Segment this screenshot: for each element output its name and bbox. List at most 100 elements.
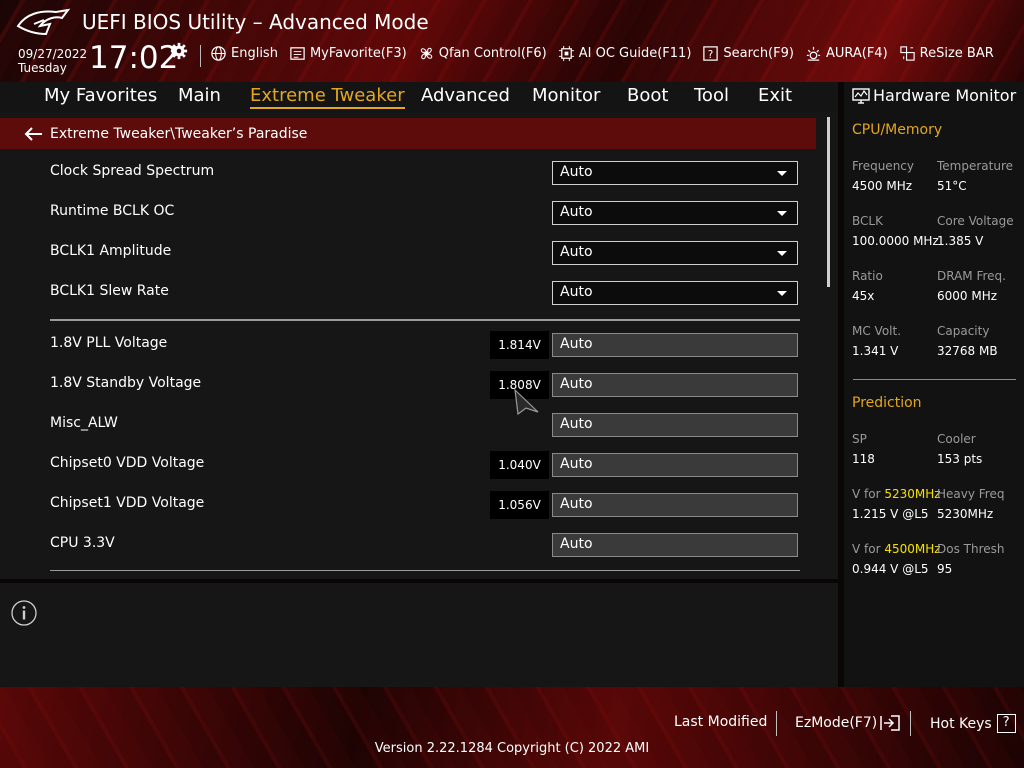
hw-value: 100.0000 MHz [852, 234, 939, 248]
hw-label: Core Voltage [937, 214, 1014, 228]
qfan-control-label: Qfan Control(F6) [438, 46, 547, 61]
exit-to-ezmode-icon [880, 715, 900, 731]
search-button[interactable]: ? Search(F9) [702, 45, 794, 62]
bclk1-amplitude-select[interactable]: Auto [552, 241, 798, 265]
app-title: UEFI BIOS Utility – Advanced Mode [82, 10, 429, 34]
voltage-reading: 1.056V [490, 491, 549, 519]
cpu-memory-heading: CPU/Memory [852, 122, 943, 138]
hw-label: Capacity [937, 324, 990, 338]
hardware-monitor-panel: Hardware Monitor CPU/Memory Frequency 45… [844, 82, 1024, 687]
hw-value: 51°C [937, 179, 967, 193]
hw-value: 45x [852, 289, 875, 303]
gear-icon[interactable] [170, 42, 188, 60]
settings-scrollbar[interactable] [827, 117, 830, 287]
select-value: Auto [560, 284, 593, 300]
globe-icon [211, 46, 226, 61]
misc-alw-field[interactable]: Auto [552, 413, 798, 437]
tab-monitor[interactable]: Monitor [532, 85, 600, 106]
hw-value: 4500 MHz [852, 179, 913, 193]
header-bar: UEFI BIOS Utility – Advanced Mode 09/27/… [0, 0, 1024, 82]
bclk1-slew-rate-select[interactable]: Auto [552, 281, 798, 305]
runtime-bclk-oc-select[interactable]: Auto [552, 201, 798, 225]
hw-value: 1.215 V @L5 [852, 507, 929, 521]
hw-label: V for 4500MHz [852, 542, 941, 556]
mouse-cursor-icon [514, 388, 539, 416]
hw-value: 95 [937, 562, 953, 576]
help-info-panel [0, 583, 838, 687]
tab-advanced[interactable]: Advanced [421, 85, 510, 106]
ezmode-button[interactable]: EzMode(F7) [795, 714, 901, 732]
svg-text:?: ? [708, 49, 714, 61]
hw-label: SP [852, 432, 867, 446]
v-for-label: V for [852, 487, 881, 501]
header-divider [200, 45, 201, 67]
qfan-control-button[interactable]: Qfan Control(F6) [418, 45, 547, 62]
language-label: English [231, 46, 278, 61]
search-question-icon: ? [703, 46, 719, 61]
hw-value: 6000 MHz [937, 289, 998, 303]
time-display: 17:02 [89, 40, 179, 76]
setting-label: CPU 3.3V [50, 535, 115, 551]
aura-light-icon [806, 46, 821, 61]
v-for-freq: 4500MHz [884, 542, 941, 556]
setting-label: Chipset0 VDD Voltage [50, 455, 205, 471]
day-display: Tuesday [18, 61, 67, 75]
settings-pane: Extreme Tweaker\Tweaker’s Paradise Clock… [0, 112, 838, 579]
ai-oc-guide-button[interactable]: AI OC Guide(F11) [558, 45, 691, 62]
hw-label: Temperature [937, 159, 1014, 173]
setting-label: BCLK1 Slew Rate [50, 283, 169, 299]
tab-main[interactable]: Main [178, 85, 221, 106]
chevron-down-icon [777, 211, 787, 216]
voltage-reading: 1.040V [490, 451, 549, 479]
hw-value: 118 [852, 452, 875, 466]
hot-keys-button[interactable]: Hot Keys ? [930, 714, 1016, 733]
tab-tool[interactable]: Tool [694, 85, 729, 106]
setting-label: 1.8V Standby Voltage [50, 375, 202, 391]
chevron-down-icon [777, 171, 787, 176]
tab-boot[interactable]: Boot [627, 85, 668, 106]
tab-my-favorites[interactable]: My Favorites [44, 85, 157, 106]
hw-label: Cooler [937, 432, 976, 446]
v-for-label: V for [852, 542, 881, 556]
breadcrumb[interactable]: Extreme Tweaker\Tweaker’s Paradise [0, 118, 816, 149]
resize-bar-button[interactable]: ReSize BAR [899, 45, 994, 62]
chip-icon [558, 45, 574, 62]
pll-voltage-field[interactable]: Auto [552, 333, 798, 357]
v-for-freq: 5230MHz [884, 487, 941, 501]
chevron-down-icon [777, 251, 787, 256]
hw-value: 1.385 V [937, 234, 984, 248]
chipset1-vdd-voltage-field[interactable]: Auto [552, 493, 798, 517]
chipset0-vdd-voltage-field[interactable]: Auto [552, 453, 798, 477]
clock-spread-spectrum-select[interactable]: Auto [552, 161, 798, 185]
back-arrow-icon[interactable] [24, 126, 44, 142]
aura-button[interactable]: AURA(F4) [805, 45, 888, 62]
setting-label: Runtime BCLK OC [50, 203, 175, 219]
section-divider [50, 319, 800, 321]
cpu-3v3-field[interactable]: Auto [552, 533, 798, 557]
language-button[interactable]: English [210, 45, 278, 62]
version-text: Version 2.22.1284 Copyright (C) 2022 AMI [374, 741, 650, 756]
select-value: Auto [560, 244, 593, 260]
resize-bar-label: ReSize BAR [919, 46, 994, 61]
hw-value: 32768 MB [937, 344, 998, 358]
chevron-down-icon [777, 291, 787, 296]
footer-divider [910, 711, 911, 736]
last-modified-button[interactable]: Last Modified [674, 714, 767, 730]
myfavorite-button[interactable]: MyFavorite(F3) [289, 45, 407, 62]
breadcrumb-path: Extreme Tweaker\Tweaker’s Paradise [50, 125, 308, 142]
date-display: 09/27/2022 [18, 47, 88, 61]
standby-voltage-field[interactable]: Auto [552, 373, 798, 397]
favorite-list-icon [290, 47, 305, 60]
tab-extreme-tweaker[interactable]: Extreme Tweaker [250, 85, 405, 109]
hardware-monitor-label: Hardware Monitor [873, 86, 1017, 105]
tab-exit[interactable]: Exit [758, 85, 792, 106]
setting-label: 1.8V PLL Voltage [50, 335, 168, 351]
hot-keys-label: Hot Keys [930, 715, 992, 732]
hw-value: 1.341 V [852, 344, 899, 358]
hw-value: 0.944 V @L5 [852, 562, 929, 576]
header-toolbar: English MyFavorite(F3) Qfan Control(F6) … [210, 45, 1005, 62]
myfavorite-label: MyFavorite(F3) [309, 46, 407, 61]
ezmode-label: EzMode(F7) [795, 715, 878, 731]
setting-label: Misc_ALW [50, 415, 118, 431]
hw-label: Ratio [852, 269, 883, 283]
